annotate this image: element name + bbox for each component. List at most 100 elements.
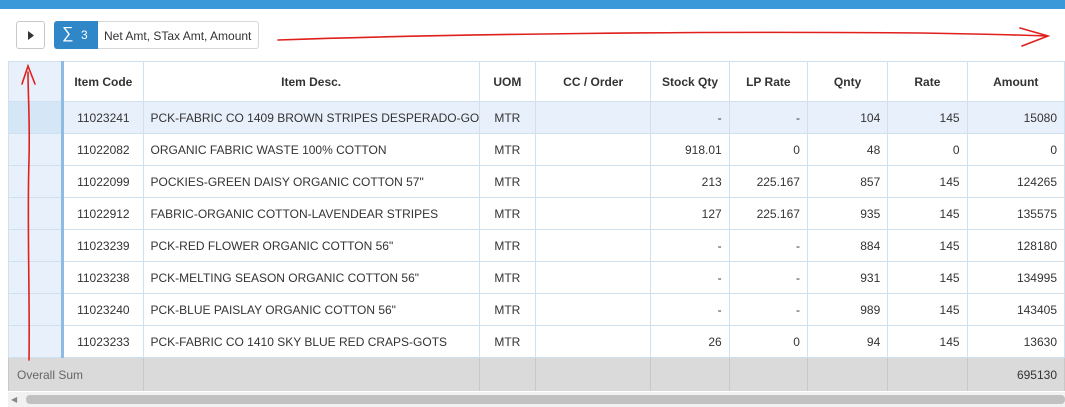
cc-order-cell[interactable] [534, 261, 652, 294]
stock-qty-cell[interactable]: 213 [650, 165, 730, 198]
cc-order-cell[interactable] [534, 101, 652, 134]
column-header-uom[interactable]: UOM [478, 61, 536, 102]
cc-order-cell[interactable] [534, 229, 652, 262]
item-code-cell[interactable]: 11023238 [62, 261, 144, 294]
column-header-item-code[interactable]: Item Code [62, 61, 144, 102]
row-selector[interactable] [8, 325, 65, 358]
item-desc-cell[interactable]: PCK-BLUE PAISLAY ORGANIC COTTON 56" [142, 293, 480, 326]
table-row[interactable]: 11023241 PCK-FABRIC CO 1409 BROWN STRIPES… [8, 101, 1065, 134]
item-code-cell[interactable]: 11022082 [62, 133, 144, 166]
rate-cell[interactable]: 145 [887, 229, 968, 262]
lp-rate-cell[interactable]: - [728, 229, 808, 262]
amount-cell[interactable]: 128180 [966, 229, 1065, 262]
row-selector[interactable] [8, 133, 65, 166]
cc-order-cell[interactable] [534, 133, 652, 166]
qnty-cell[interactable]: 857 [806, 165, 889, 198]
item-desc-cell[interactable]: POCKIES-GREEN DAISY ORGANIC COTTON 57" [142, 165, 480, 198]
summary-fields[interactable]: Net Amt, STax Amt, Amount [98, 21, 259, 49]
column-header-qnty[interactable]: Qnty [806, 61, 889, 102]
column-header-lp-rate[interactable]: LP Rate [728, 61, 808, 102]
qnty-cell[interactable]: 884 [806, 229, 889, 262]
item-desc-cell[interactable]: PCK-MELTING SEASON ORGANIC COTTON 56" [142, 261, 480, 294]
item-code-cell[interactable]: 11023239 [62, 229, 144, 262]
item-code-cell[interactable]: 11023233 [62, 325, 144, 358]
rate-cell[interactable]: 145 [887, 293, 968, 326]
amount-cell[interactable]: 0 [966, 133, 1065, 166]
row-selector[interactable] [8, 197, 65, 230]
row-selector[interactable] [8, 293, 65, 326]
qnty-cell[interactable]: 104 [806, 101, 889, 134]
amount-cell[interactable]: 124265 [966, 165, 1065, 198]
stock-qty-cell[interactable]: 918.01 [650, 133, 730, 166]
row-selector[interactable] [8, 229, 65, 262]
lp-rate-cell[interactable]: - [728, 261, 808, 294]
uom-cell[interactable]: MTR [478, 165, 536, 198]
column-header-stock-qty[interactable]: Stock Qty [650, 61, 730, 102]
item-desc-cell[interactable]: FABRIC-ORGANIC COTTON-LAVENDEAR STRIPES [142, 197, 480, 230]
rate-cell[interactable]: 145 [887, 197, 968, 230]
item-desc-cell[interactable]: PCK-RED FLOWER ORGANIC COTTON 56" [142, 229, 480, 262]
rate-cell[interactable]: 145 [887, 101, 968, 134]
column-header-cc-order[interactable]: CC / Order [534, 61, 652, 102]
table-row[interactable]: 11022912 FABRIC-ORGANIC COTTON-LAVENDEAR … [8, 197, 1065, 230]
item-desc-cell[interactable]: PCK-FABRIC CO 1410 SKY BLUE RED CRAPS-GO… [142, 325, 480, 358]
uom-cell[interactable]: MTR [478, 229, 536, 262]
stock-qty-cell[interactable]: - [650, 101, 730, 134]
uom-cell[interactable]: MTR [478, 133, 536, 166]
lp-rate-cell[interactable]: - [728, 293, 808, 326]
uom-cell[interactable]: MTR [478, 101, 536, 134]
stock-qty-cell[interactable]: - [650, 229, 730, 262]
stock-qty-cell[interactable]: 127 [650, 197, 730, 230]
amount-cell[interactable]: 13630 [966, 325, 1065, 358]
item-code-cell[interactable]: 11023240 [62, 293, 144, 326]
scroll-left-icon[interactable]: ◀ [11, 395, 17, 404]
column-header-item-desc[interactable]: Item Desc. [142, 61, 480, 102]
column-header-amount[interactable]: Amount [966, 61, 1065, 102]
selector-column-header[interactable] [8, 61, 65, 102]
item-code-cell[interactable]: 11022912 [62, 197, 144, 230]
table-row[interactable]: 11023240 PCK-BLUE PAISLAY ORGANIC COTTON … [8, 293, 1065, 326]
table-row[interactable]: 11023238 PCK-MELTING SEASON ORGANIC COTTO… [8, 261, 1065, 294]
qnty-cell[interactable]: 989 [806, 293, 889, 326]
qnty-cell[interactable]: 931 [806, 261, 889, 294]
lp-rate-cell[interactable]: 0 [728, 133, 808, 166]
qnty-cell[interactable]: 48 [806, 133, 889, 166]
rate-cell[interactable]: 145 [887, 325, 968, 358]
table-row[interactable]: 11022099 POCKIES-GREEN DAISY ORGANIC COTT… [8, 165, 1065, 198]
table-row[interactable]: 11023233 PCK-FABRIC CO 1410 SKY BLUE RED … [8, 325, 1065, 358]
uom-cell[interactable]: MTR [478, 293, 536, 326]
cc-order-cell[interactable] [534, 325, 652, 358]
expand-button[interactable] [16, 21, 45, 49]
column-header-rate[interactable]: Rate [887, 61, 968, 102]
summary-button[interactable]: ∑ 3 [54, 21, 98, 49]
row-selector[interactable] [8, 165, 65, 198]
rate-cell[interactable]: 0 [887, 133, 968, 166]
uom-cell[interactable]: MTR [478, 325, 536, 358]
cc-order-cell[interactable] [534, 197, 652, 230]
lp-rate-cell[interactable]: - [728, 101, 808, 134]
uom-cell[interactable]: MTR [478, 197, 536, 230]
row-selector[interactable] [8, 261, 65, 294]
table-row[interactable]: 11023239 PCK-RED FLOWER ORGANIC COTTON 56… [8, 229, 1065, 262]
item-desc-cell[interactable]: PCK-FABRIC CO 1409 BROWN STRIPES DESPERA… [142, 101, 480, 134]
item-desc-cell[interactable]: ORGANIC FABRIC WASTE 100% COTTON [142, 133, 480, 166]
rate-cell[interactable]: 145 [887, 261, 968, 294]
scrollbar-thumb[interactable] [26, 395, 1065, 404]
uom-cell[interactable]: MTR [478, 261, 536, 294]
item-code-cell[interactable]: 11022099 [62, 165, 144, 198]
lp-rate-cell[interactable]: 225.167 [728, 197, 808, 230]
qnty-cell[interactable]: 935 [806, 197, 889, 230]
qnty-cell[interactable]: 94 [806, 325, 889, 358]
cc-order-cell[interactable] [534, 165, 652, 198]
amount-cell[interactable]: 15080 [966, 101, 1065, 134]
lp-rate-cell[interactable]: 225.167 [728, 165, 808, 198]
cc-order-cell[interactable] [534, 293, 652, 326]
item-code-cell[interactable]: 11023241 [62, 101, 144, 134]
stock-qty-cell[interactable]: - [650, 293, 730, 326]
table-row[interactable]: 11022082 ORGANIC FABRIC WASTE 100% COTTON… [8, 133, 1065, 166]
row-selector[interactable] [8, 101, 65, 134]
amount-cell[interactable]: 143405 [966, 293, 1065, 326]
stock-qty-cell[interactable]: - [650, 261, 730, 294]
rate-cell[interactable]: 145 [887, 165, 968, 198]
lp-rate-cell[interactable]: 0 [728, 325, 808, 358]
